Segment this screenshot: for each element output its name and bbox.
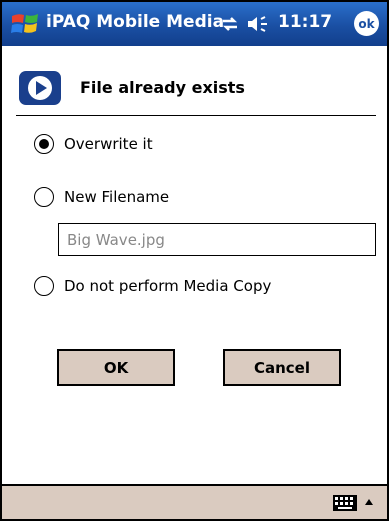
radio-button-selected[interactable] (34, 134, 54, 154)
option-overwrite[interactable]: Overwrite it (34, 134, 153, 154)
media-play-icon (19, 71, 61, 105)
input-panel-arrow-icon[interactable] (362, 494, 376, 512)
clock[interactable]: 11:17 (278, 12, 332, 32)
volume-icon[interactable] (246, 14, 272, 34)
heading-divider (16, 115, 376, 116)
device-screen: iPAQ Mobile Media 11:17 ok File already … (2, 2, 387, 519)
radio-button[interactable] (34, 276, 54, 296)
option-no-copy[interactable]: Do not perform Media Copy (34, 276, 271, 296)
connectivity-icon[interactable] (220, 14, 240, 34)
ok-close-button[interactable]: ok (354, 11, 379, 36)
keyboard-icon[interactable] (332, 494, 358, 512)
title-bar: iPAQ Mobile Media 11:17 ok (2, 2, 387, 46)
option-label: Do not perform Media Copy (64, 277, 272, 295)
ok-button[interactable]: OK (57, 349, 175, 386)
new-filename-input[interactable]: Big Wave.jpg (58, 223, 376, 256)
windows-start-icon[interactable] (10, 10, 40, 38)
app-title: iPAQ Mobile Media (46, 12, 225, 32)
radio-button[interactable] (34, 187, 54, 207)
radio-dot (39, 139, 49, 149)
dialog-heading: File already exists (80, 78, 245, 97)
bottom-menu-bar (2, 484, 387, 519)
option-label: New Filename (64, 188, 170, 206)
option-new-filename[interactable]: New Filename (34, 187, 169, 207)
option-label: Overwrite it (64, 135, 153, 153)
cancel-button[interactable]: Cancel (223, 349, 341, 386)
